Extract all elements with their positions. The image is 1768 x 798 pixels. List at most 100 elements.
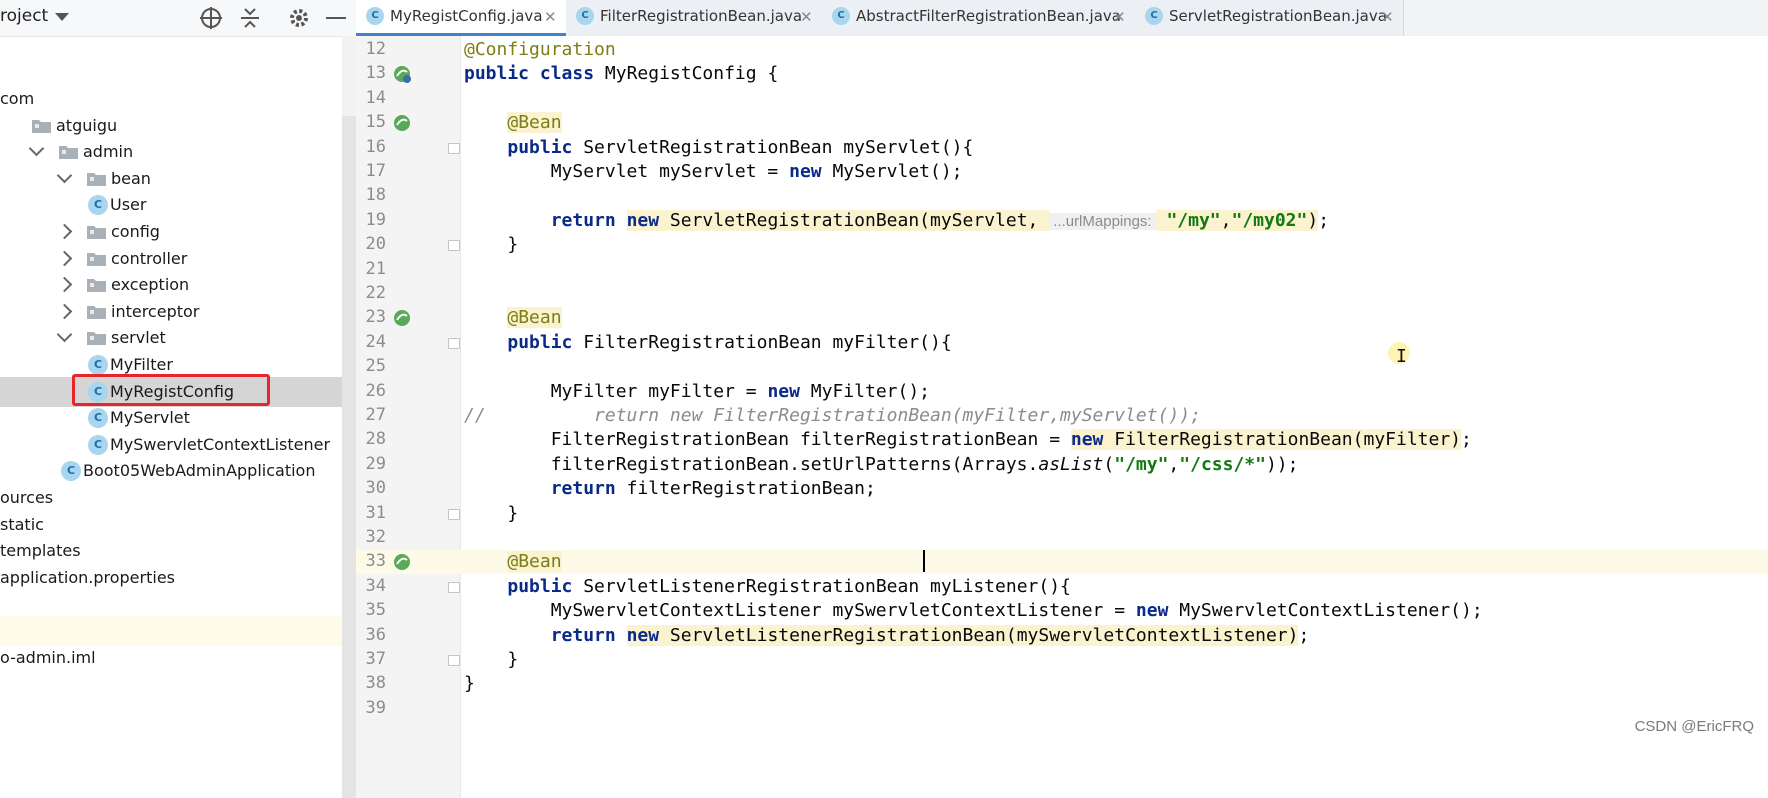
line-number: 36	[365, 624, 386, 645]
tree-item-controller[interactable]: controller	[0, 244, 342, 274]
code-token: public	[507, 575, 584, 597]
tree-item-blank[interactable]	[0, 616, 342, 646]
chevron-right-icon[interactable]	[56, 223, 73, 240]
code-line[interactable]: 36 return new ServletListenerRegistratio…	[356, 624, 1768, 648]
code-line[interactable]: 33 @Bean	[356, 550, 1768, 575]
close-icon[interactable]: ✕	[1113, 8, 1126, 26]
tree-scrollbar-thumb[interactable]	[342, 116, 356, 798]
code-line[interactable]: 39	[356, 697, 1768, 721]
folder-icon	[87, 226, 106, 239]
tree-item-bean[interactable]: bean	[0, 164, 342, 194]
tree-scrollbar[interactable]	[342, 36, 356, 798]
dropdown-arrow-icon[interactable]	[55, 13, 69, 21]
java-class-icon: C	[366, 7, 384, 25]
tree-item-boot05webadminapplication[interactable]: C Boot05WebAdminApplication	[0, 456, 342, 486]
tree-item-templates[interactable]: templates	[0, 536, 342, 566]
fold-marker-icon[interactable]	[448, 337, 460, 349]
editor-tabs: C MyRegistConfig.java ✕ C FilterRegistration…	[356, 0, 1768, 37]
line-number: 30	[365, 478, 386, 499]
code-line[interactable]: 18	[356, 184, 1768, 208]
code-line[interactable]: 23 @Bean	[356, 306, 1768, 330]
code-line[interactable]: 13 public class MyRegistConfig {	[356, 62, 1768, 86]
code-line[interactable]: 19 return new ServletRegistrationBean(my…	[356, 209, 1768, 233]
code-line[interactable]: 16 public ServletRegistrationBean myServ…	[356, 136, 1768, 160]
code-line[interactable]: 34 public ServletListenerRegistrationBea…	[356, 575, 1768, 599]
code-token: }	[464, 502, 519, 524]
tree-item-exception[interactable]: exception	[0, 270, 342, 300]
code-line[interactable]: 35 MySwervletContextListener mySwervletC…	[356, 599, 1768, 623]
tree-item-application-properties[interactable]: application.properties	[0, 563, 342, 593]
code-token: new	[767, 380, 811, 402]
close-icon[interactable]: ✕	[800, 8, 813, 26]
code-line[interactable]: 32	[356, 526, 1768, 550]
code-line[interactable]: 20 }	[356, 233, 1768, 257]
chevron-right-icon[interactable]	[56, 303, 73, 320]
code-line[interactable]: 29 filterRegistrationBean.setUrlPatterns…	[356, 453, 1768, 477]
tab-filterregistrationbean-java[interactable]: C FilterRegistrationBean.java ✕	[566, 0, 823, 36]
spring-config-gutter-icon[interactable]	[392, 64, 412, 84]
code-line[interactable]: 31 }	[356, 502, 1768, 526]
code-text: public ServletListenerRegistrationBean m…	[464, 575, 1071, 599]
tree-item-config[interactable]: config	[0, 217, 342, 247]
locate-icon[interactable]	[197, 4, 225, 32]
close-icon[interactable]: ✕	[1381, 8, 1394, 26]
gear-icon[interactable]	[285, 4, 313, 32]
collapse-all-icon[interactable]	[236, 4, 264, 32]
tree-item-myservlet[interactable]: C MyServlet	[0, 403, 342, 433]
code-line[interactable]: 12 @Configuration	[356, 38, 1768, 62]
fold-marker-icon[interactable]	[448, 142, 460, 154]
code-line[interactable]: 25	[356, 355, 1768, 379]
tree-item-label: User	[110, 195, 147, 215]
chevron-down-icon[interactable]	[56, 167, 73, 184]
code-text: public class MyRegistConfig {	[464, 62, 778, 86]
tree-item-myswervletcontextlistener[interactable]: C MySwervletContextListener	[0, 430, 342, 460]
code-line[interactable]: 21	[356, 258, 1768, 282]
tree-item-label: interceptor	[111, 301, 200, 321]
tree-item-servlet[interactable]: servlet	[0, 323, 342, 353]
code-line[interactable]: 22	[356, 282, 1768, 306]
tab-myregistconfig-java[interactable]: C MyRegistConfig.java ✕	[356, 0, 567, 36]
project-title[interactable]: roject	[0, 6, 48, 26]
fold-marker-icon[interactable]	[448, 655, 460, 666]
spring-bean-gutter-icon[interactable]	[392, 552, 412, 572]
fold-marker-icon[interactable]	[448, 240, 460, 252]
code-line[interactable]: 30 return filterRegistrationBean;	[356, 477, 1768, 501]
chevron-right-icon[interactable]	[56, 276, 73, 293]
code-line[interactable]: 24 public FilterRegistrationBean myFilte…	[356, 331, 1768, 355]
tree-item-user[interactable]: C User	[0, 190, 342, 220]
chevron-down-icon[interactable]	[28, 140, 45, 157]
spring-bean-gutter-icon[interactable]	[392, 308, 412, 328]
minimize-icon[interactable]	[322, 4, 350, 32]
code-editor[interactable]: 12 @Configuration 13 public class MyRegistC…	[356, 36, 1768, 798]
code-line[interactable]: 15 @Bean	[356, 111, 1768, 135]
tree-item-admin[interactable]: admin	[0, 137, 342, 167]
tree-item-atguigu[interactable]: atguigu	[0, 111, 342, 141]
tree-item-ources[interactable]: ources	[0, 483, 342, 513]
tree-item-blank[interactable]	[0, 589, 342, 619]
tab-servletregistrationbean-java[interactable]: C ServletRegistrationBean.java ✕	[1135, 0, 1404, 36]
tree-item-static[interactable]: static	[0, 510, 342, 540]
fold-marker-icon[interactable]	[448, 508, 460, 520]
code-line[interactable]: 37 }	[356, 648, 1768, 672]
tree-item-o-admin-iml[interactable]: o-admin.iml	[0, 643, 342, 673]
code-line[interactable]: 28 FilterRegistrationBean filterRegistra…	[356, 428, 1768, 452]
chevron-down-icon[interactable]	[56, 327, 73, 343]
code-line[interactable]: 17 MyServlet myServlet = new MyServlet()…	[356, 160, 1768, 184]
line-number: 15	[365, 112, 386, 133]
code-line[interactable]: 38}	[356, 672, 1768, 696]
code-token: @Bean	[507, 112, 562, 134]
spring-bean-gutter-icon[interactable]	[392, 113, 412, 133]
code-line[interactable]: 26 MyFilter myFilter = new MyFilter();	[356, 380, 1768, 404]
code-line[interactable]: 27 // return new FilterRegistrationBean(m…	[356, 404, 1768, 428]
tree-item-interceptor[interactable]: interceptor	[0, 297, 342, 327]
code-token: MyRegistConfig {	[604, 63, 779, 85]
code-line[interactable]: 14	[356, 87, 1768, 111]
close-icon[interactable]: ✕	[544, 8, 557, 26]
chevron-right-icon[interactable]	[56, 250, 73, 266]
tree-item-com[interactable]: com	[0, 84, 342, 114]
fold-marker-icon[interactable]	[448, 581, 460, 593]
tab-abstractfilterregistrationbean-java[interactable]: C AbstractFilterRegistrationBean.java ✕	[822, 0, 1136, 36]
tree-item-label: MyFilter	[110, 355, 173, 374]
